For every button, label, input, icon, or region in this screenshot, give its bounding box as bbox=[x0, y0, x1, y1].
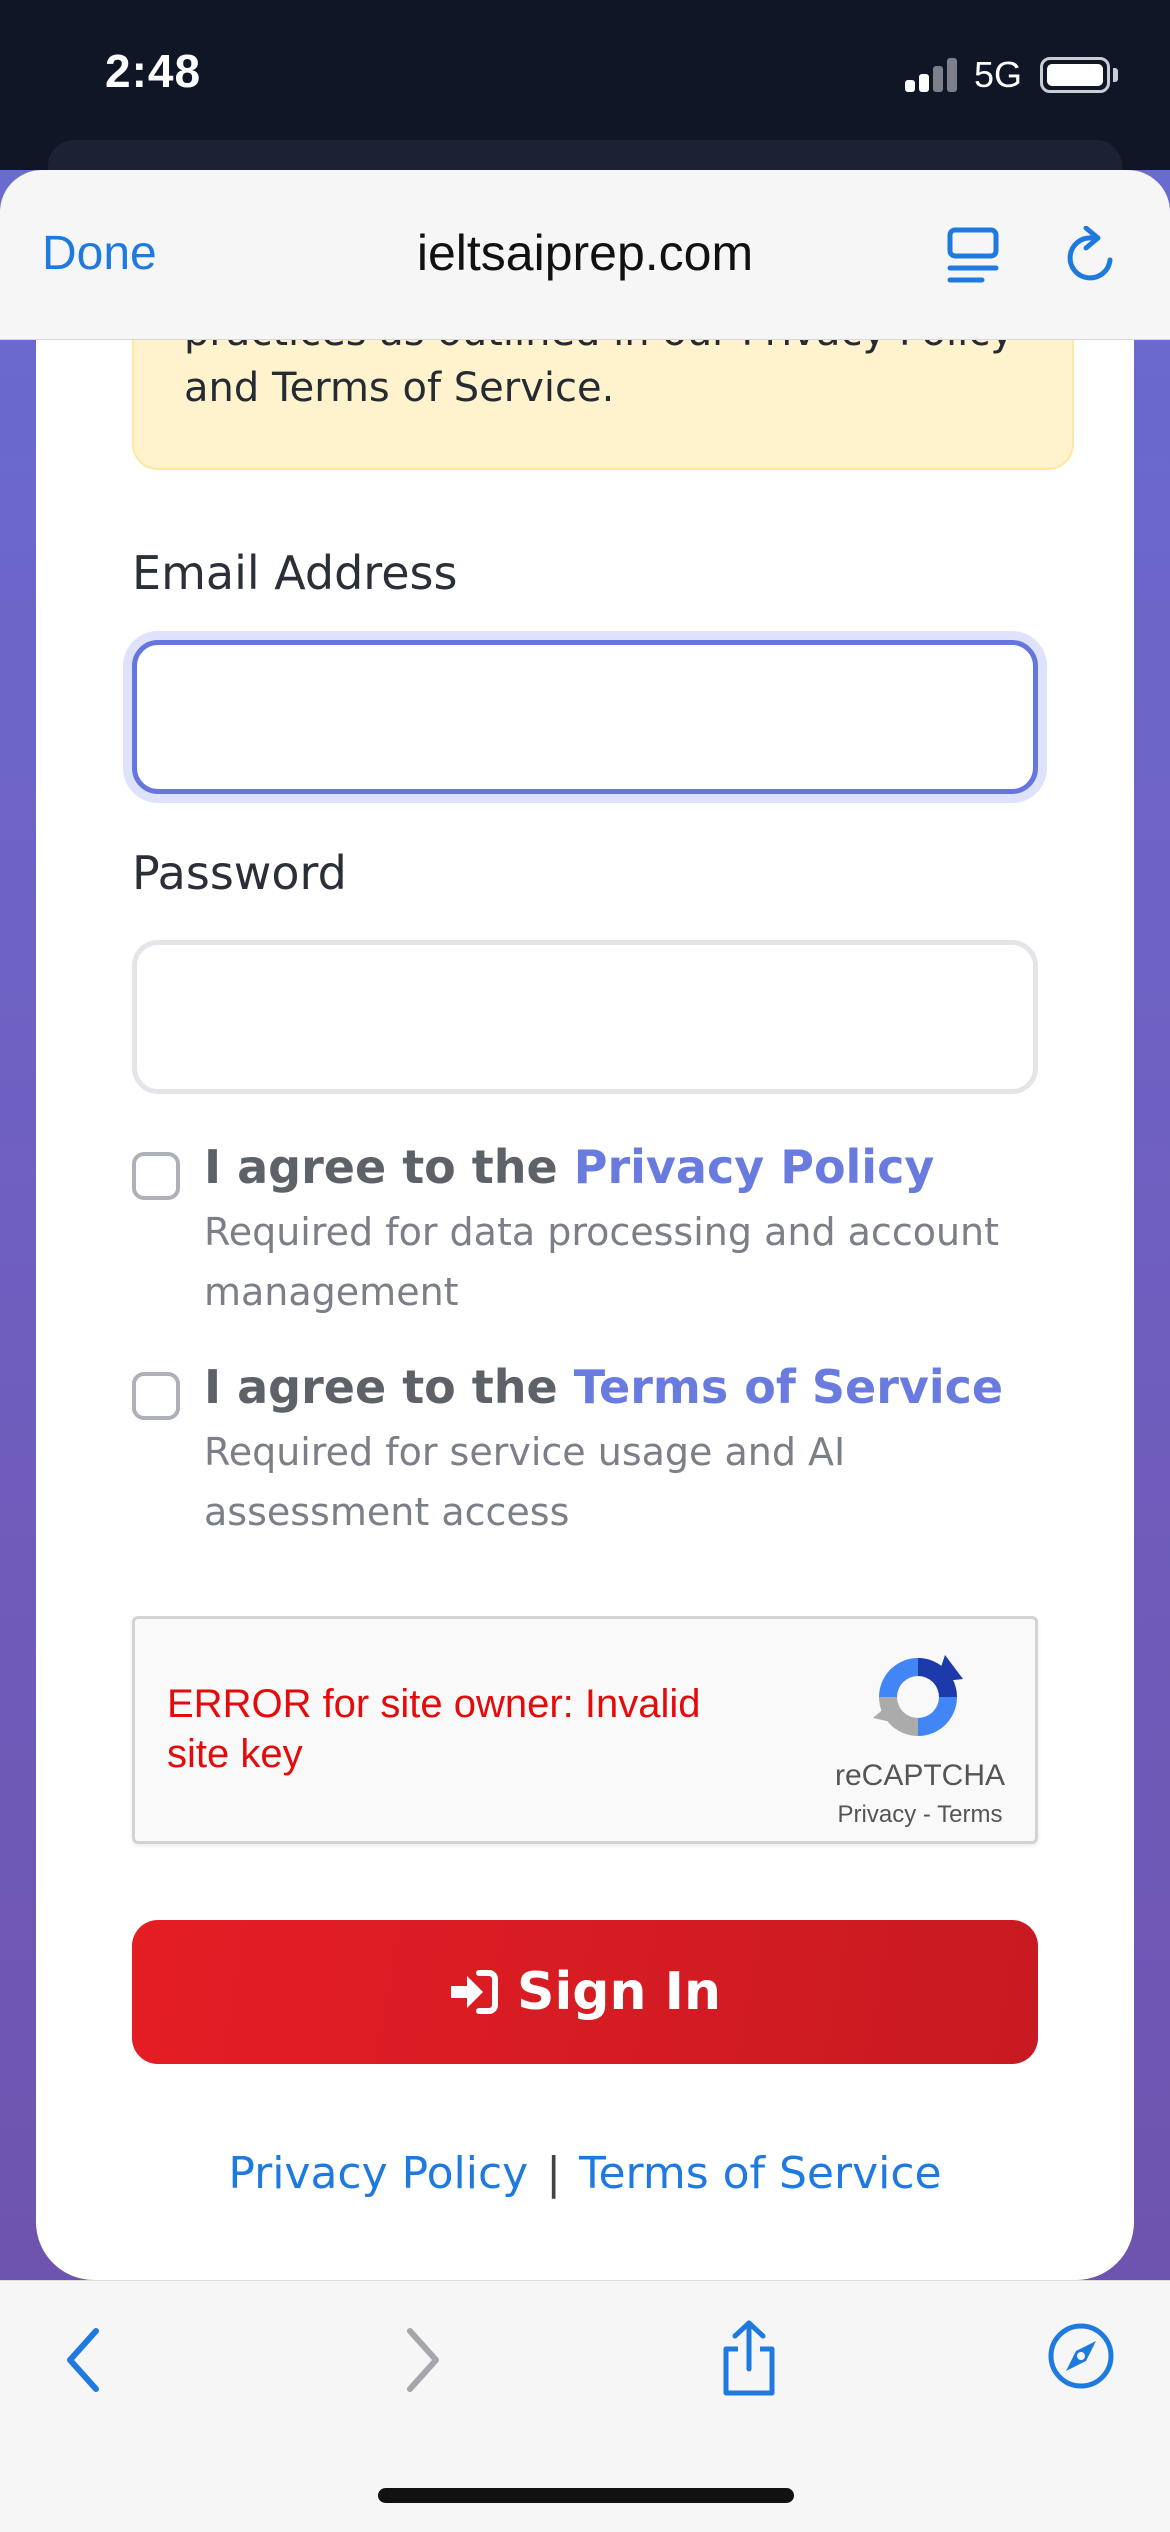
cellular-signal-icon bbox=[905, 56, 961, 92]
back-icon[interactable] bbox=[64, 2327, 104, 2393]
battery-icon bbox=[1040, 57, 1110, 93]
footer-terms-link[interactable]: Terms of Service bbox=[579, 2148, 942, 2199]
terms-of-service-checkbox[interactable] bbox=[132, 1372, 180, 1420]
privacy-agree-prefix: I agree to the bbox=[204, 1140, 558, 1194]
recaptcha-privacy-link[interactable]: Privacy bbox=[838, 1801, 917, 1828]
recaptcha-separator: - bbox=[922, 1801, 931, 1828]
recaptcha-links: Privacy - Terms bbox=[815, 1801, 1025, 1829]
recaptcha-widget[interactable]: ERROR for site owner: Invalid site key r… bbox=[132, 1616, 1038, 1844]
recaptcha-brand: reCAPTCHA bbox=[835, 1759, 1006, 1792]
email-input[interactable] bbox=[132, 640, 1038, 794]
privacy-agree-note: Required for data processing and account… bbox=[204, 1210, 1000, 1314]
footer-privacy-link[interactable]: Privacy Policy bbox=[228, 2148, 528, 2199]
reader-mode-icon[interactable] bbox=[946, 226, 1000, 284]
reload-icon[interactable] bbox=[1062, 226, 1120, 286]
sign-in-arrow-icon bbox=[451, 1970, 498, 2014]
share-icon[interactable] bbox=[716, 2319, 782, 2399]
recaptcha-terms-link[interactable]: Terms bbox=[937, 1801, 1002, 1828]
privacy-agree-line: I agree to the Privacy Policy bbox=[204, 1140, 934, 1194]
terms-agree-prefix: I agree to the bbox=[204, 1360, 558, 1414]
network-type: 5G bbox=[974, 54, 1023, 95]
sign-in-button[interactable]: Sign In bbox=[132, 1920, 1038, 2064]
privacy-policy-checkbox[interactable] bbox=[132, 1152, 180, 1200]
terms-agree-line: I agree to the Terms of Service bbox=[204, 1360, 1003, 1414]
safari-compass-icon[interactable] bbox=[1046, 2321, 1116, 2391]
browser-header: Done ieltsaiprep.com bbox=[0, 170, 1170, 340]
recaptcha-error-message: ERROR for site owner: Invalid site key bbox=[167, 1682, 701, 1776]
login-card: practices as outlined in our Privacy Pol… bbox=[36, 200, 1134, 2280]
privacy-policy-link[interactable]: Privacy Policy bbox=[574, 1140, 935, 1194]
battery-tip bbox=[1113, 68, 1118, 82]
status-time: 2:48 bbox=[105, 45, 202, 97]
password-input[interactable] bbox=[132, 940, 1038, 1094]
status-bar: 2:48 5G bbox=[0, 0, 1170, 200]
password-label: Password bbox=[132, 846, 347, 900]
recaptcha-logo-icon bbox=[873, 1655, 963, 1736]
home-indicator[interactable] bbox=[378, 2488, 794, 2503]
footer-links: Privacy Policy | Terms of Service bbox=[36, 2148, 1134, 2199]
sign-in-label: Sign In bbox=[517, 1962, 721, 2022]
email-label: Email Address bbox=[132, 546, 458, 600]
terms-of-service-link[interactable]: Terms of Service bbox=[574, 1360, 1003, 1414]
forward-icon[interactable] bbox=[402, 2327, 442, 2393]
terms-agree-note: Required for service usage and AI assess… bbox=[204, 1430, 846, 1534]
footer-separator: | bbox=[546, 2148, 562, 2199]
